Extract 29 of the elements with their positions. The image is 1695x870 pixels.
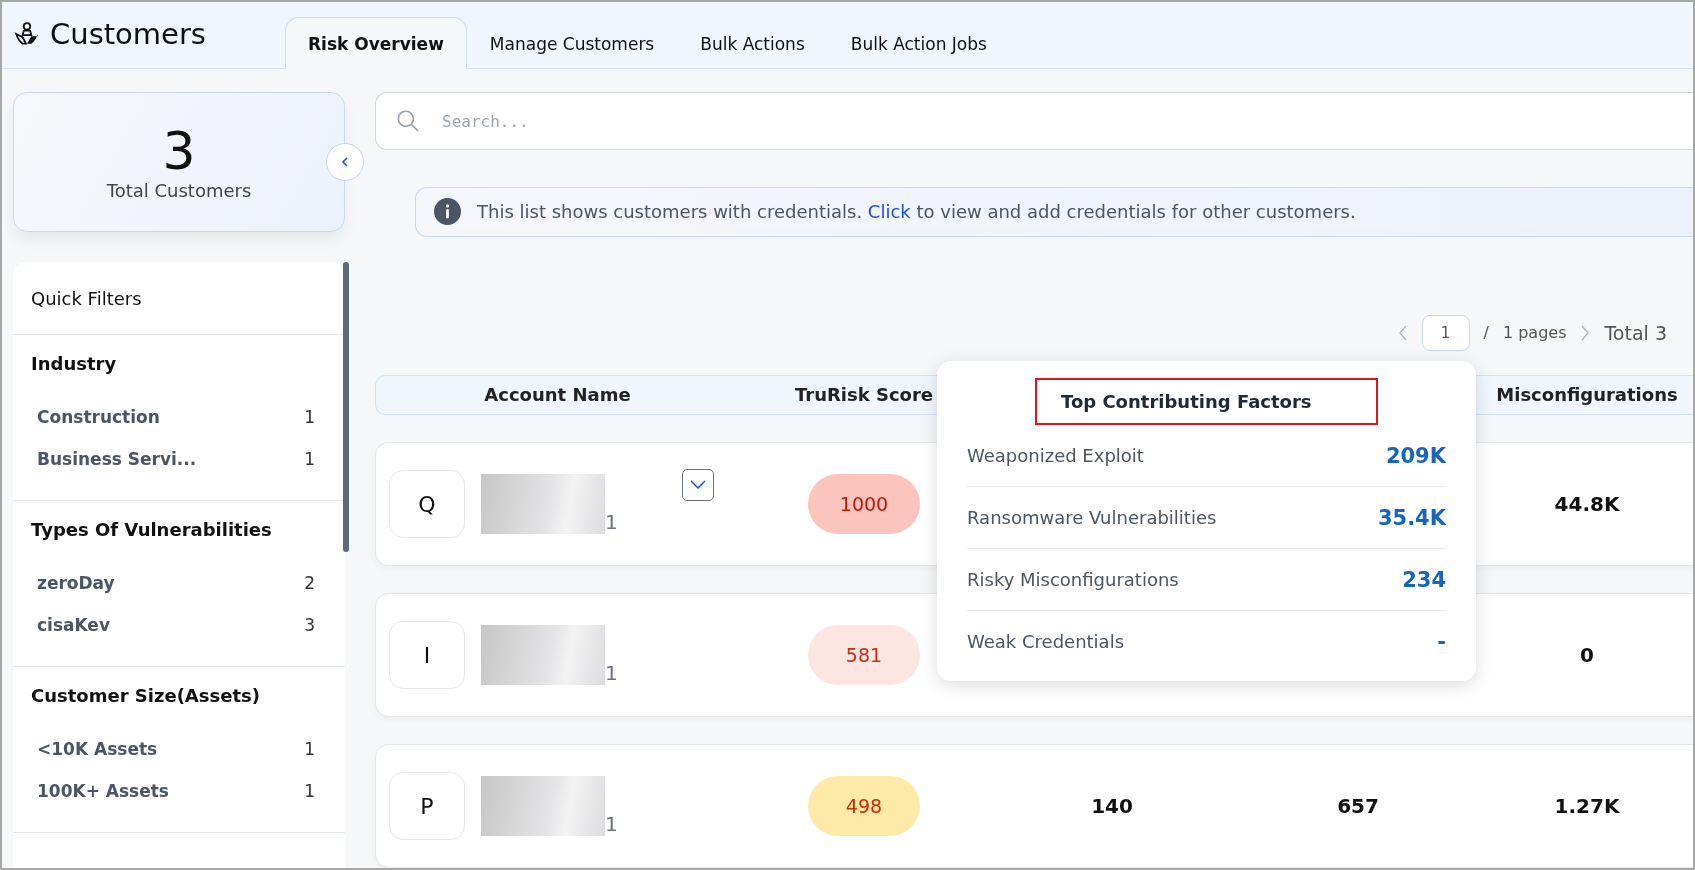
account-id: 1 [605, 814, 618, 834]
factor-label: Weak Credentials [967, 631, 1125, 652]
factor-label: Ransomware Vulnerabilities [967, 507, 1217, 528]
table-cell: 140 [1091, 794, 1133, 818]
account-id: 1 [605, 663, 618, 683]
page-separator: / [1483, 323, 1489, 343]
info-text: This list shows customers with credentials. Click to view and add credentials for other customers. [477, 201, 1356, 223]
table-cell: 0 [1580, 643, 1594, 667]
score-badge: 498 [808, 776, 920, 836]
table-cell: 44.8K [1554, 492, 1620, 516]
total-count: 3 [162, 122, 196, 181]
section-title: Types Of Vulnerabilities [30, 519, 273, 540]
avatar: P [389, 772, 465, 840]
factor-label: Risky Misconfigurations [967, 569, 1179, 590]
page-title: Customers [50, 17, 206, 51]
section-title: Customer Size(Assets) [30, 685, 261, 706]
account-id: 1 [605, 512, 618, 532]
table-cell: 657 [1337, 794, 1379, 818]
total-text: Total 3 [1604, 321, 1667, 344]
factor-label: Weaponized Exploit [967, 445, 1144, 466]
avatar: I [389, 621, 465, 689]
section-title: Industry [30, 353, 118, 374]
score-badge: 1000 [808, 474, 920, 534]
page-count: 1 pages [1502, 323, 1567, 343]
avatar: Q [389, 470, 465, 538]
total-label: Total Customers [106, 180, 252, 202]
table-cell: 1.27K [1554, 794, 1620, 818]
popover-title: Top Contributing Factors [1035, 378, 1378, 425]
score-badge: 581 [808, 625, 920, 685]
